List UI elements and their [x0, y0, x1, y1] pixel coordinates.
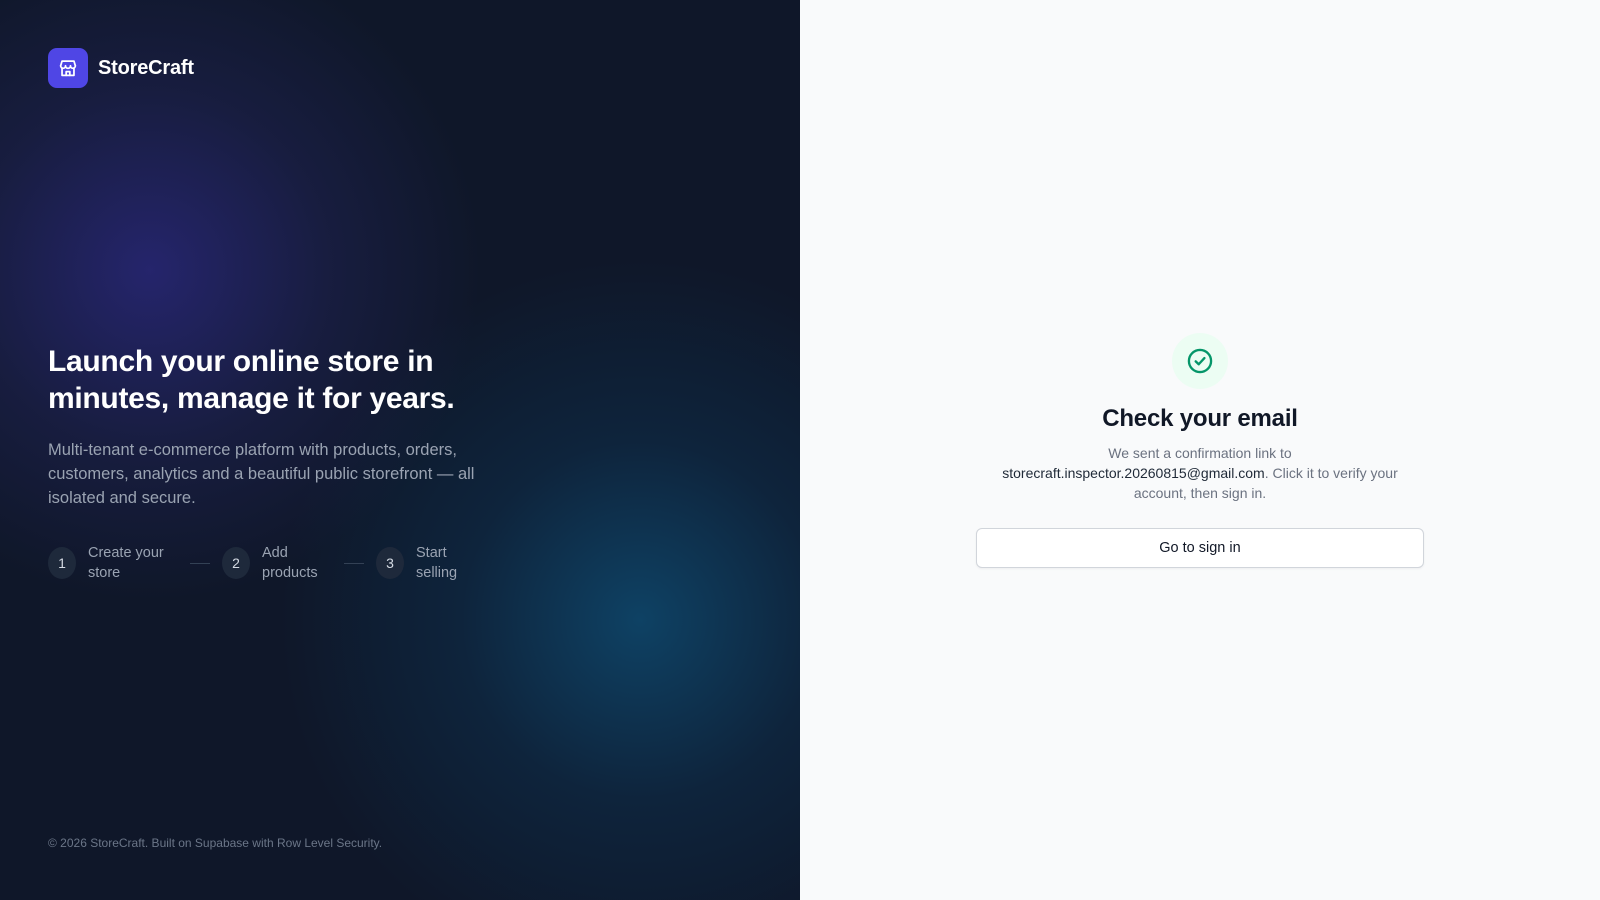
step-connector [344, 562, 364, 564]
storefront-icon [59, 60, 77, 77]
auth-panel: Check your email We sent a confirmation … [800, 0, 1600, 900]
step-label: Add products [262, 545, 318, 581]
copyright-footer: © 2026 StoreCraft. Built on Supabase wit… [48, 836, 383, 850]
step-number: 3 [376, 547, 404, 579]
step-create-store: 1 Create your store [48, 543, 178, 583]
step-add-products: 2 Add products [222, 543, 332, 583]
confirmation-message: We sent a confirmation link to storecraft… [980, 443, 1420, 503]
confirmation-email: storecraft.inspector.20260815@gmail.com [1002, 465, 1265, 481]
hero-content: Launch your online store in minutes, man… [48, 343, 508, 583]
brand-logo [48, 48, 88, 88]
email-confirmation-card: Check your email We sent a confirmation … [976, 333, 1424, 568]
onboarding-steps: 1 Create your store 2 Add products 3 Sta… [48, 543, 508, 583]
step-number: 1 [48, 547, 76, 579]
step-label: Create your store [88, 545, 164, 581]
check-circle-icon [1187, 348, 1213, 374]
success-badge [1172, 333, 1228, 389]
confirmation-title: Check your email [1102, 405, 1298, 432]
brand: StoreCraft [48, 48, 194, 88]
go-to-sign-in-button[interactable]: Go to sign in [976, 528, 1424, 568]
hero-panel: StoreCraft Launch your online store in m… [0, 0, 800, 900]
brand-name: StoreCraft [98, 56, 194, 79]
step-number: 2 [222, 547, 250, 579]
message-prefix: We sent a confirmation link to [1108, 445, 1292, 461]
step-start-selling: 3 Start selling [376, 543, 476, 583]
signup-confirmation-page: StoreCraft Launch your online store in m… [0, 0, 1600, 900]
hero-subtitle: Multi-tenant e-commerce platform with pr… [48, 441, 475, 507]
hero-title: Launch your online store in minutes, man… [48, 345, 455, 415]
step-connector [190, 562, 210, 564]
step-label: Start selling [416, 545, 458, 581]
